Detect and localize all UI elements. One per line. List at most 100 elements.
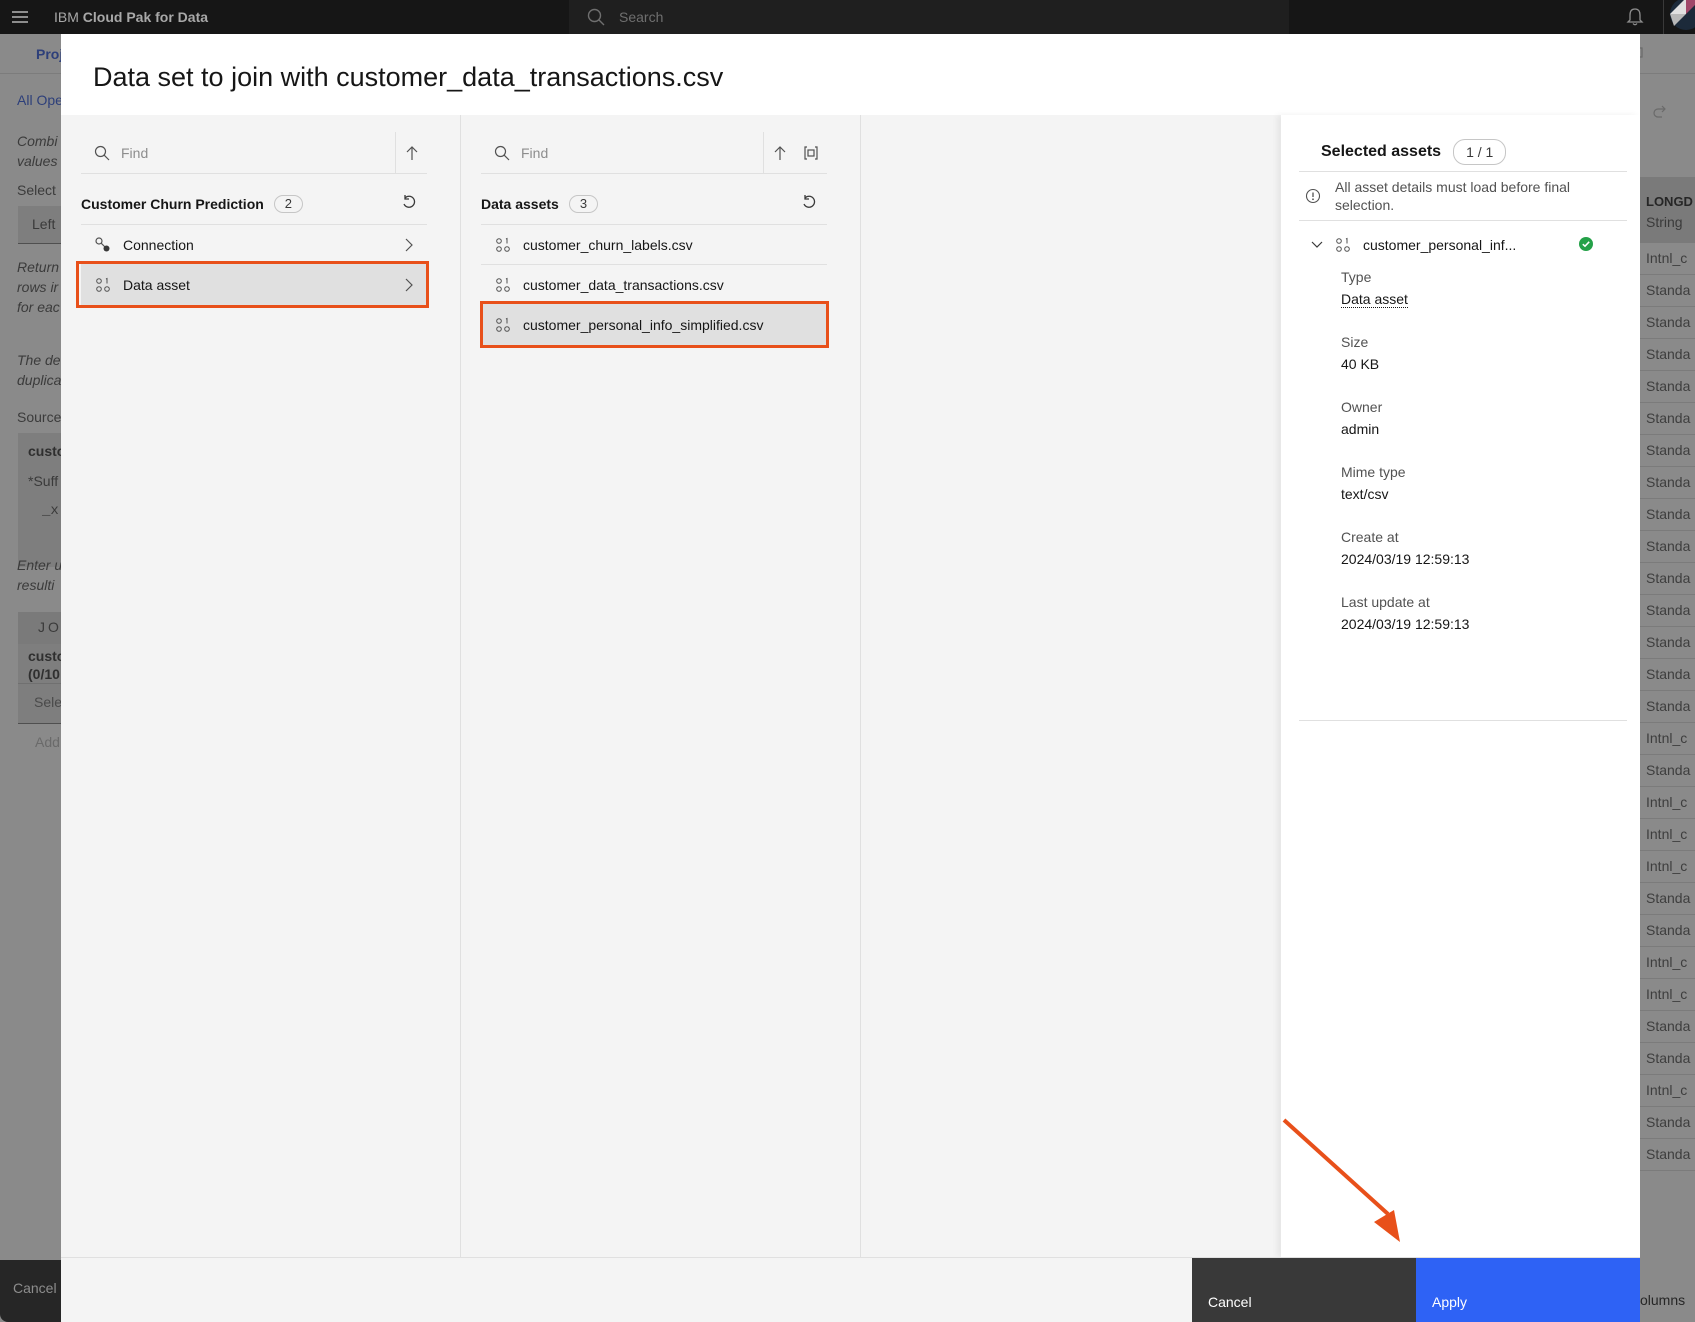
refresh-icon[interactable]: [401, 194, 417, 215]
connection-icon: [91, 236, 115, 253]
cancel-button[interactable]: Cancel: [1192, 1258, 1416, 1322]
project-name: Customer Churn Prediction: [81, 195, 264, 212]
background-data-table: LONGD String Intnl_c Standa Standa Standa St…: [1640, 177, 1695, 1171]
modal-title: Data set to join with customer_data_tran…: [93, 62, 724, 92]
select-all-icon[interactable]: [795, 132, 827, 174]
selected-assets-panel: Selected assets 1 / 1 All asset details …: [1281, 115, 1640, 1257]
brand-prefix: IBM: [54, 9, 79, 25]
background-link-all-operations: All Ope: [17, 92, 63, 108]
find-placeholder: Find: [521, 144, 549, 161]
background-table-cell: Standa: [1640, 499, 1695, 531]
list-item-asset-selected[interactable]: customer_personal_info_simplified.csv: [481, 305, 827, 345]
selected-count-badge: 1 / 1: [1453, 139, 1507, 165]
background-dropdown-value: Left: [32, 216, 56, 232]
catalog-find-input[interactable]: Find: [81, 131, 427, 174]
data-asset-icon: [491, 317, 515, 333]
background-table-cell: Intnl_c: [1640, 787, 1695, 819]
list-item-connection[interactable]: Connection: [81, 225, 427, 265]
background-tab-projects: Proj: [36, 46, 64, 62]
background-cancel-label: Cancel: [13, 1280, 57, 1296]
sort-arrow-up-icon[interactable]: [763, 131, 795, 174]
background-text: rows ir: [17, 279, 59, 295]
background-text: The de: [17, 352, 61, 368]
background-table-cell: Standa: [1640, 915, 1695, 947]
detail-type: Type Data asset: [1341, 269, 1408, 308]
detail-key: Size: [1341, 334, 1369, 350]
search-placeholder: Search: [619, 9, 664, 25]
background-table-cell: Standa: [1640, 1043, 1695, 1075]
find-placeholder: Find: [121, 144, 149, 161]
catalog-list-header: Customer Churn Prediction 2: [81, 183, 427, 225]
empty-column: [861, 115, 1281, 1257]
list-item-label: Connection: [123, 236, 194, 253]
background-text: Enter u: [17, 557, 63, 573]
shell-header: IBM Cloud Pak for Data Search: [0, 0, 1695, 34]
brand-name: Cloud Pak for Data: [82, 9, 209, 25]
data-asset-icon: [491, 237, 515, 253]
background-table-cell: Standa: [1640, 691, 1695, 723]
background-table-cell: Standa: [1640, 883, 1695, 915]
sort-arrow-up-icon[interactable]: [395, 131, 427, 174]
data-asset-icon: [491, 277, 515, 293]
warning-info-icon: [1299, 178, 1327, 220]
data-assets-column: Find Data assets 3 customer_churn_labels…: [461, 115, 861, 1257]
background-label: Source: [17, 409, 62, 425]
detail-value: 2024/03/19 12:59:13: [1341, 616, 1470, 632]
background-table-cell: Standa: [1640, 467, 1695, 499]
detail-create-at: Create at 2024/03/19 12:59:13: [1341, 529, 1469, 567]
selected-assets-heading: Selected assets: [1321, 143, 1442, 160]
item-count-badge: 3: [568, 194, 599, 213]
background-table-cell: Standa: [1640, 403, 1695, 435]
redo-icon: [1653, 105, 1666, 118]
detail-last-update-at: Last update at 2024/03/19 12:59:13: [1341, 594, 1469, 632]
data-set-picker-modal: Data set to join with customer_data_tran…: [61, 34, 1640, 1322]
notification-bell-icon[interactable]: [1620, 2, 1650, 32]
modal-footer: Cancel Apply: [61, 1257, 1640, 1322]
background-table-cell: Intnl_c: [1640, 979, 1695, 1011]
background-table-cell: Intnl_c: [1640, 851, 1695, 883]
chevron-down-icon[interactable]: [1305, 241, 1329, 249]
list-item-asset[interactable]: customer_data_transactions.csv: [481, 265, 827, 305]
selected-asset-row[interactable]: customer_personal_inf...: [1299, 227, 1627, 263]
hamburger-menu-icon[interactable]: [0, 0, 40, 34]
divider: [1299, 720, 1627, 721]
background-add-link: Add: [35, 734, 60, 750]
background-text: Return: [17, 259, 60, 275]
background-table-cell: Standa: [1640, 755, 1695, 787]
modal-body: Find Customer Churn Prediction 2 Connect…: [61, 115, 1640, 1257]
search-icon: [487, 145, 517, 161]
detail-value[interactable]: Data asset: [1341, 291, 1408, 308]
apply-button[interactable]: Apply: [1416, 1258, 1640, 1322]
product-name[interactable]: IBM Cloud Pak for Data: [54, 9, 208, 25]
background-table-cell: Standa: [1640, 275, 1695, 307]
background-join-select-placeholder: Sele: [34, 694, 63, 710]
list-item-data-asset[interactable]: Data asset: [81, 265, 427, 305]
data-asset-icon: [91, 277, 115, 293]
background-table-cell: Intnl_c: [1640, 947, 1695, 979]
user-avatar[interactable]: [1663, 0, 1695, 34]
global-search-input[interactable]: Search: [569, 0, 1289, 34]
background-table-cell: Standa: [1640, 435, 1695, 467]
selected-assets-header: Selected assets 1 / 1: [1321, 139, 1507, 165]
detail-value: text/csv: [1341, 486, 1389, 502]
search-icon: [587, 8, 605, 26]
background-table-cell: Standa: [1640, 563, 1695, 595]
chevron-right-icon: [397, 238, 421, 252]
detail-key: Mime type: [1341, 464, 1406, 480]
background-cancel-button: Cancel: [0, 1260, 64, 1322]
background-table-cell: Standa: [1640, 659, 1695, 691]
list-item-label: customer_churn_labels.csv: [523, 236, 693, 253]
detail-key: Last update at: [1341, 594, 1430, 610]
background-table-cell: Standa: [1640, 627, 1695, 659]
background-label: Select: [17, 182, 56, 198]
assets-find-input[interactable]: Find: [481, 131, 827, 174]
list-item-asset[interactable]: customer_churn_labels.csv: [481, 225, 827, 265]
background-column-name: LONGD: [1646, 194, 1693, 209]
detail-key: Owner: [1341, 399, 1383, 415]
detail-owner: Owner admin: [1341, 399, 1382, 437]
catalog-column: Find Customer Churn Prediction 2 Connect…: [61, 115, 461, 1257]
background-table-cell: Standa: [1640, 371, 1695, 403]
refresh-icon[interactable]: [801, 194, 817, 215]
assets-list-header: Data assets 3: [481, 183, 827, 225]
background-table-cell: Intnl_c: [1640, 819, 1695, 851]
